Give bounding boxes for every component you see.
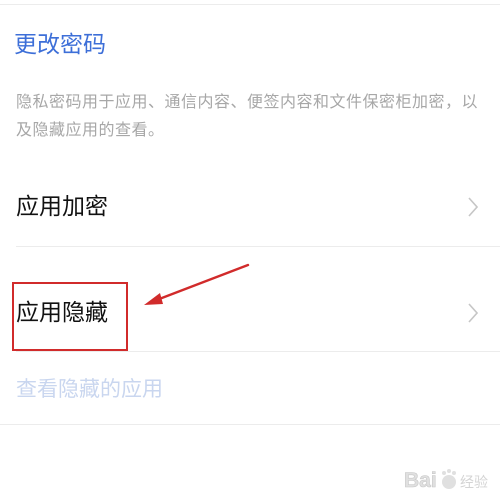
change-password-link[interactable]: 更改密码 <box>14 27 106 63</box>
row-divider <box>16 246 500 247</box>
chevron-right-icon <box>468 197 478 217</box>
bottom-divider <box>0 424 500 425</box>
view-hidden-apps-link[interactable]: 查看隐藏的应用 <box>16 372 163 406</box>
chevron-right-icon <box>468 303 478 323</box>
top-divider <box>0 4 500 5</box>
annotation-arrow-icon <box>144 263 250 305</box>
highlight-box <box>12 282 128 351</box>
row-divider <box>16 351 500 352</box>
app-encryption-row[interactable]: 应用加密 <box>0 177 500 237</box>
privacy-password-description: 隐私密码用于应用、通信内容、便签内容和文件保密柜加密，以及隐藏应用的查看。 <box>16 92 479 139</box>
svg-text:Bai: Bai <box>404 469 437 492</box>
app-encryption-label: 应用加密 <box>16 194 108 220</box>
baidu-jingyan-watermark-icon: Bai 经验 <box>402 460 494 500</box>
svg-text:经验: 经验 <box>460 475 488 491</box>
